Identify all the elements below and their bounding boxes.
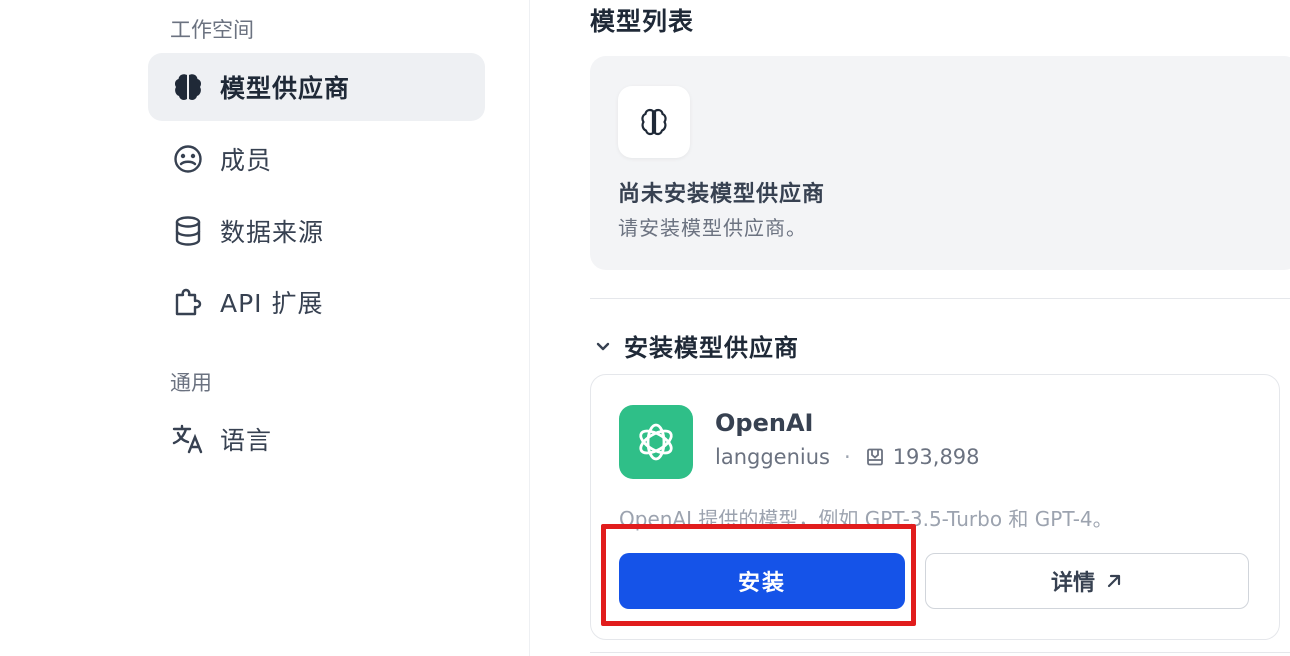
download-icon [865,447,885,467]
openai-logo-icon [619,405,693,479]
chevron-down-icon [594,336,614,356]
detail-label: 详情 [1050,570,1095,595]
translate-icon [170,421,206,457]
database-icon [170,213,206,249]
main-content: 模型列表 尚未安装模型供应商 请安装模型供应商。 安装模型供应商 OpenAI … [530,0,1290,656]
sidebar-item-language[interactable]: 语言 [148,405,485,473]
install-section-header: 安装模型供应商 [624,334,799,362]
sidebar-item-label: API 扩展 [220,289,324,318]
provider-desc: OpenAI 提供的模型，例如 GPT-3.5-Turbo 和 GPT-4。 [619,507,1113,531]
sidebar-item-label: 数据来源 [220,218,325,247]
brain-icon [618,86,690,158]
empty-state-card: 尚未安装模型供应商 请安装模型供应商。 [590,56,1290,270]
provider-author: langgenius [715,445,830,469]
provider-card-openai: OpenAI langgenius · 193,898 OpenAI 提供的模型… [590,374,1280,640]
brain-icon [170,69,206,105]
provider-name: OpenAI [715,409,814,437]
page-title: 模型列表 [590,7,695,36]
general-section-label: 通用 [170,371,212,395]
members-icon [170,141,206,177]
provider-downloads: 193,898 [892,445,980,469]
sidebar-item-label: 语言 [220,426,273,455]
sidebar-item-label: 模型供应商 [220,74,351,103]
workspace-section-label: 工作空间 [170,18,254,42]
sidebar: 工作空间 模型供应商 成员 数据来源 API 扩展 通用 语言 [0,0,530,656]
install-section-toggle[interactable]: 安装模型供应商 [594,328,799,363]
install-button[interactable]: 安装 [619,553,905,609]
sidebar-item-members[interactable]: 成员 [148,125,485,193]
sidebar-item-label: 成员 [220,146,273,175]
external-link-icon [1105,572,1123,590]
provider-meta: langgenius · 193,898 [715,445,980,469]
meta-separator: · [844,445,851,469]
empty-state-title: 尚未安装模型供应商 [618,182,826,207]
sidebar-item-model-provider[interactable]: 模型供应商 [148,53,485,121]
sidebar-item-data-source[interactable]: 数据来源 [148,197,485,265]
sidebar-item-api-extension[interactable]: API 扩展 [148,268,485,336]
detail-button[interactable]: 详情 [925,553,1249,609]
empty-state-desc: 请安装模型供应商。 [618,216,807,240]
puzzle-icon [170,284,206,320]
divider [590,298,1290,299]
divider [590,652,1290,653]
